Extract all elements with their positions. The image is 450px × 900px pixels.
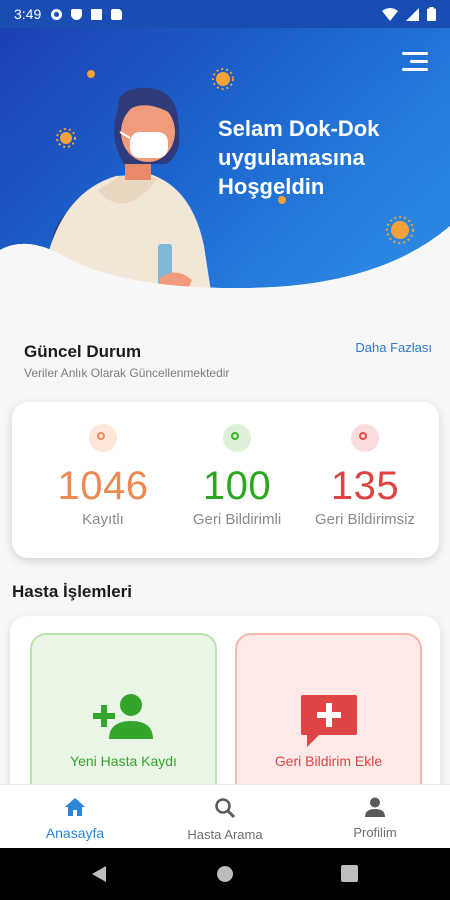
menu-button[interactable] [398, 50, 428, 72]
nav-patient-search[interactable]: Hasta Arama [150, 785, 300, 848]
nav-patient-search-label: Hasta Arama [187, 827, 263, 842]
back-icon[interactable] [90, 865, 108, 883]
system-navigation-bar [0, 848, 450, 900]
nav-profile-label: Profilim [353, 825, 397, 840]
status-section-subtitle: Veriler Anlık Olarak Güncellenmektedir [24, 366, 230, 380]
nav-home[interactable]: Anasayfa [0, 785, 150, 848]
signal-icon [406, 7, 419, 21]
add-comment-icon [300, 695, 357, 747]
hero-banner: Selam Dok-Dok uygulamasına Hoşgeldin [0, 28, 450, 298]
recents-icon[interactable] [341, 865, 358, 882]
stat-label: Geri Bildirimsiz [314, 511, 415, 528]
wifi-icon [382, 7, 398, 21]
home-circle-icon[interactable] [216, 865, 234, 883]
sd-card-status-icon [111, 8, 123, 20]
nav-profile[interactable]: Profilim [300, 785, 450, 848]
notification-status-icon [91, 8, 103, 20]
welcome-line-3: Hoşgeldin [218, 174, 325, 199]
stat-label: Kayıtlı [82, 511, 124, 528]
settings-status-icon [51, 8, 63, 20]
stat-without-feedback: 135 Geri Bildirimsiz [294, 402, 436, 528]
battery-icon [427, 7, 436, 21]
stats-card: 1046 Kayıtlı 100 Geri Bildirimli 135 Ger… [12, 402, 439, 558]
nav-home-label: Anasayfa [45, 825, 105, 841]
without-feedback-dot-icon [351, 424, 379, 452]
stat-value: 135 [330, 464, 400, 508]
stat-value: 1046 [57, 464, 149, 508]
shield-status-icon [71, 8, 83, 20]
add-user-icon [92, 694, 153, 739]
registered-dot-icon [89, 424, 117, 452]
person-icon [365, 797, 385, 817]
operations-title: Hasta İşlemleri [12, 582, 133, 601]
new-patient-label: Yeni Hasta Kaydı [70, 753, 177, 769]
more-link[interactable]: Daha Fazlası [355, 340, 432, 355]
stat-with-feedback: 100 Geri Bildirimli [166, 402, 308, 528]
stat-value: 100 [202, 464, 272, 508]
stat-registered: 1046 Kayıtlı [32, 402, 174, 528]
welcome-title: Selam Dok-Dok uygulamasına Hoşgeldin [218, 114, 438, 201]
stat-label: Geri Bildirimli [192, 511, 282, 528]
add-feedback-label: Geri Bildirim Ekle [274, 753, 383, 769]
search-icon [215, 798, 236, 819]
status-bar: 3:49 [0, 0, 450, 28]
status-time: 3:49 [14, 6, 42, 22]
with-feedback-dot-icon [223, 424, 251, 452]
welcome-line-2: uygulamasına [218, 145, 365, 170]
home-icon [65, 798, 85, 816]
bottom-navigation: Anasayfa Hasta Arama Profilim [0, 784, 450, 848]
welcome-line-1: Selam Dok-Dok [218, 116, 380, 141]
